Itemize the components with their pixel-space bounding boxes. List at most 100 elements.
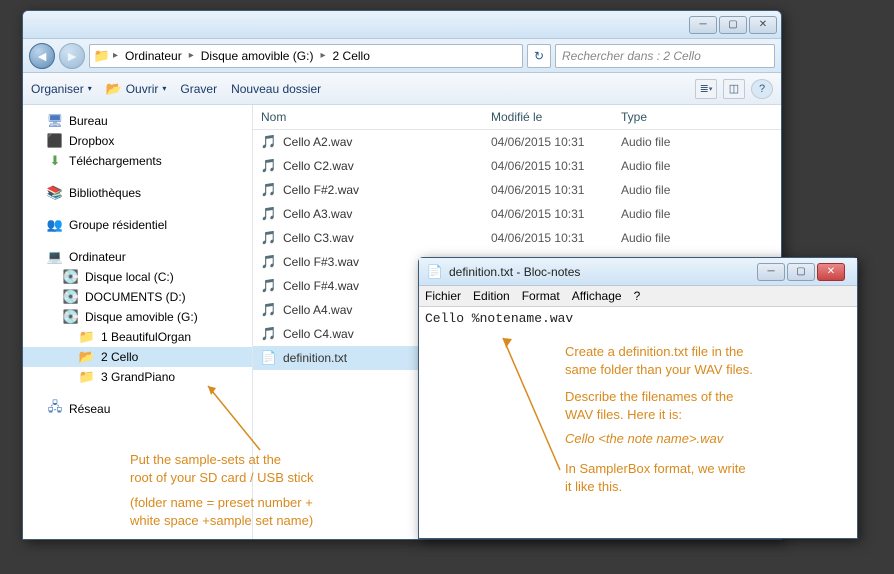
nav-label: Bureau — [69, 114, 108, 128]
audio-file-icon: 🎵 — [261, 158, 277, 174]
menu-aide[interactable]: ? — [634, 289, 641, 303]
nav-item-bibliotheques[interactable]: 📚Bibliothèques — [23, 183, 252, 203]
nav-label: 1 BeautifulOrgan — [101, 330, 191, 344]
nav-item-folder-2[interactable]: 📂 2 Cello — [23, 347, 252, 367]
refresh-button[interactable]: ↻ — [527, 44, 551, 68]
back-button[interactable]: ◄ — [29, 43, 55, 69]
breadcrumb-segment[interactable]: Disque amovible (G:) — [197, 45, 318, 67]
file-row[interactable]: 🎵Cello F#2.wav04/06/2015 10:31Audio file — [253, 178, 781, 202]
nav-label: DOCUMENTS (D:) — [85, 290, 186, 304]
nav-label: 3 GrandPiano — [101, 370, 175, 384]
view-options-button[interactable]: ≣▾ — [695, 79, 717, 99]
nav-label: Ordinateur — [69, 250, 126, 264]
file-name: Cello A4.wav — [283, 303, 352, 317]
breadcrumb-segment[interactable]: Ordinateur — [121, 45, 186, 67]
folder-icon: 📁 — [94, 48, 110, 64]
column-header-date[interactable]: Modifié le — [483, 105, 613, 129]
audio-file-icon: 🎵 — [261, 278, 277, 294]
nav-label: Dropbox — [69, 134, 114, 148]
notepad-content: Cello %notename.wav — [425, 311, 573, 326]
audio-file-icon: 🎵 — [261, 134, 277, 150]
nav-item-bureau[interactable]: 🖥 Bureau — [23, 111, 252, 131]
computer-icon: 💻 — [47, 249, 63, 265]
nav-label: Téléchargements — [69, 154, 162, 168]
nav-item-folder-3[interactable]: 📁 3 GrandPiano — [23, 367, 252, 387]
nav-item-reseau[interactable]: 🖧 Réseau — [23, 399, 252, 419]
breadcrumb-bar[interactable]: 📁 ▸ Ordinateur ▸ Disque amovible (G:) ▸ … — [89, 44, 523, 68]
file-name: Cello A3.wav — [283, 207, 352, 221]
nav-item-documents-d[interactable]: 💽DOCUMENTS (D:) — [23, 287, 252, 307]
close-button[interactable]: ✕ — [817, 263, 845, 281]
breadcrumb-segment[interactable]: 2 Cello — [329, 45, 374, 67]
new-folder-button[interactable]: Nouveau dossier — [231, 82, 321, 96]
nav-label: Réseau — [69, 402, 110, 416]
file-date: 04/06/2015 10:31 — [483, 157, 613, 175]
drive-icon: 💽 — [63, 309, 79, 325]
file-row[interactable]: 🎵Cello C3.wav04/06/2015 10:31Audio file — [253, 226, 781, 250]
organise-button[interactable]: Organiser▾ — [31, 82, 92, 96]
file-date: 04/06/2015 10:31 — [483, 205, 613, 223]
download-icon: ⬇ — [47, 153, 63, 169]
column-header-type[interactable]: Type — [613, 105, 781, 129]
menu-format[interactable]: Format — [522, 289, 560, 303]
nav-label: Bibliothèques — [69, 186, 141, 200]
file-type: Audio file — [613, 229, 781, 247]
file-row[interactable]: 🎵 Cello C2.wav 04/06/2015 10:31Audio file — [253, 154, 781, 178]
notepad-icon: 📄 — [427, 264, 443, 280]
column-header-name[interactable]: Nom — [253, 105, 483, 129]
file-name: Cello C3.wav — [283, 231, 354, 245]
maximize-button[interactable]: ▢ — [719, 16, 747, 34]
menu-fichier[interactable]: Fichier — [425, 289, 461, 303]
file-type: Audio file — [613, 205, 781, 223]
file-type: Audio file — [613, 157, 781, 175]
menu-affichage[interactable]: Affichage — [572, 289, 622, 303]
file-name: Cello C2.wav — [283, 159, 354, 173]
open-button[interactable]: 📂Ouvrir▾ — [106, 81, 167, 97]
nav-item-groupe-residentiel[interactable]: 👥 Groupe résidentiel — [23, 215, 252, 235]
drive-icon: 💽 — [63, 269, 79, 285]
file-date: 04/06/2015 10:31 — [483, 181, 613, 199]
minimize-button[interactable]: ─ — [757, 263, 785, 281]
maximize-button[interactable]: ▢ — [787, 263, 815, 281]
forward-button[interactable]: ► — [59, 43, 85, 69]
help-button[interactable]: ? — [751, 79, 773, 99]
nav-item-ordinateur[interactable]: 💻 Ordinateur — [23, 247, 252, 267]
file-name: Cello F#4.wav — [283, 279, 359, 293]
folder-icon: 📁 — [79, 369, 95, 385]
audio-file-icon: 🎵 — [261, 254, 277, 270]
file-row[interactable]: 🎵Cello A3.wav04/06/2015 10:31Audio file — [253, 202, 781, 226]
column-headers: Nom Modifié le Type — [253, 105, 781, 130]
notepad-menu: Fichier Edition Format Affichage ? — [419, 286, 857, 307]
toolbar: Organiser▾ 📂Ouvrir▾ Graver Nouveau dossi… — [23, 73, 781, 105]
address-bar-row: ◄ ► 📁 ▸ Ordinateur ▸ Disque amovible (G:… — [23, 39, 781, 73]
preview-pane-button[interactable]: ◫ — [723, 79, 745, 99]
search-placeholder: Rechercher dans : 2 Cello — [562, 49, 701, 63]
notepad-textarea[interactable]: Cello %notename.wav — [419, 307, 857, 538]
nav-item-disque-g[interactable]: 💽Disque amovible (G:) — [23, 307, 252, 327]
desktop-icon: 🖥 — [47, 113, 63, 129]
menu-edition[interactable]: Edition — [473, 289, 510, 303]
chevron-right-icon: ▸ — [110, 50, 121, 61]
nav-item-dropbox[interactable]: ⬛Dropbox — [23, 131, 252, 151]
notepad-window: 📄 definition.txt - Bloc-notes ─ ▢ ✕ Fich… — [418, 257, 858, 539]
file-name: Cello F#3.wav — [283, 255, 359, 269]
nav-label: 2 Cello — [101, 350, 138, 364]
file-type: Audio file — [613, 133, 781, 151]
explorer-titlebar: ─ ▢ ✕ — [23, 11, 781, 39]
file-name: definition.txt — [283, 351, 347, 365]
burn-button[interactable]: Graver — [180, 82, 217, 96]
network-icon: 🖧 — [47, 401, 63, 417]
nav-item-folder-1[interactable]: 📁 1 BeautifulOrgan — [23, 327, 252, 347]
minimize-button[interactable]: ─ — [689, 16, 717, 34]
homegroup-icon: 👥 — [47, 217, 63, 233]
folder-icon: 📁 — [79, 329, 95, 345]
nav-item-disque-c[interactable]: 💽Disque local (C:) — [23, 267, 252, 287]
close-button[interactable]: ✕ — [749, 16, 777, 34]
file-name: Cello C4.wav — [283, 327, 354, 341]
file-row[interactable]: 🎵Cello A2.wav04/06/2015 10:31Audio file — [253, 130, 781, 154]
nav-item-telechargements[interactable]: ⬇ Téléchargements — [23, 151, 252, 171]
audio-file-icon: 🎵 — [261, 302, 277, 318]
nav-label: Groupe résidentiel — [69, 218, 167, 232]
search-input[interactable]: Rechercher dans : 2 Cello — [555, 44, 775, 68]
folder-open-icon: 📂 — [79, 349, 95, 365]
